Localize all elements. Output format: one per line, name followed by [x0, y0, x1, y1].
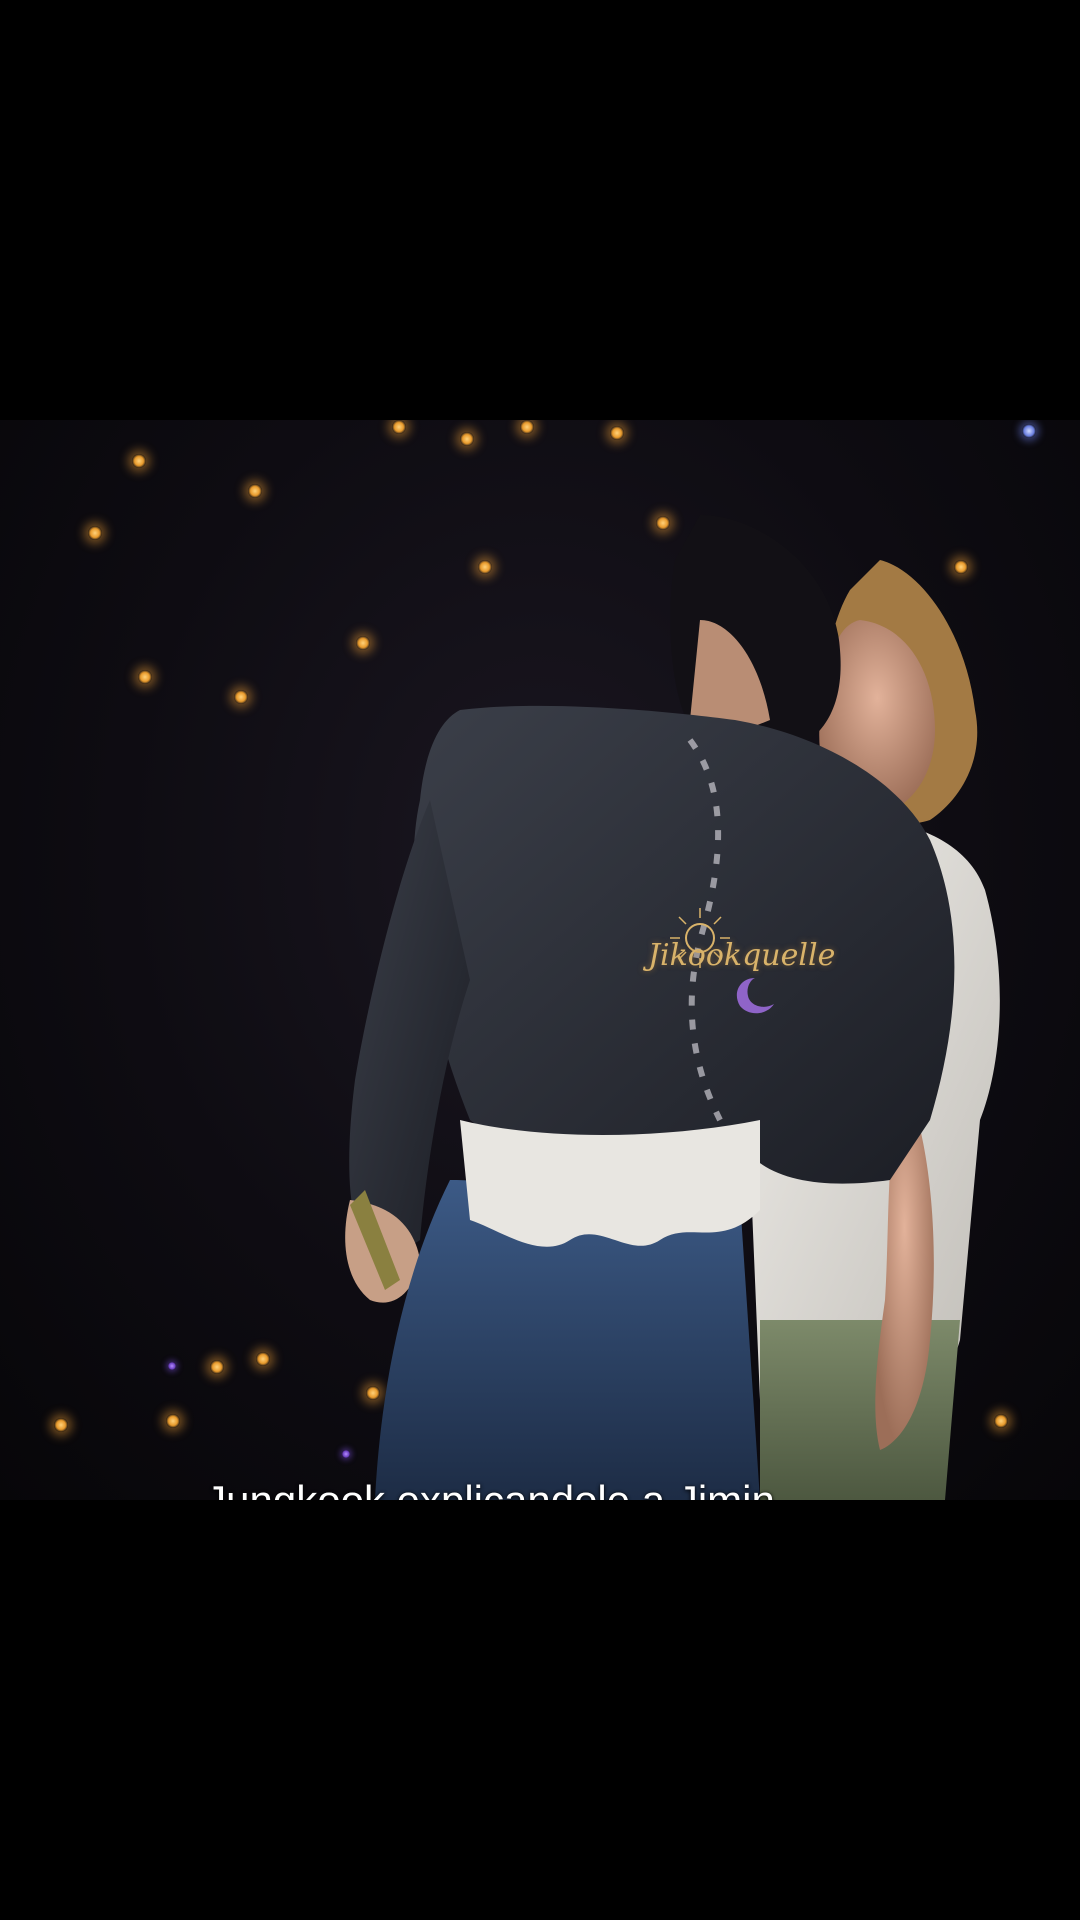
- video-frame[interactable]: Jikookquelle Jungkook explicandole a Jim…: [0, 420, 1080, 1500]
- watermark-text: Jikookquelle: [648, 938, 836, 973]
- watermark-logo: Jikookquelle: [640, 898, 835, 1018]
- performers-illustration: [345, 515, 1000, 1500]
- video-screen[interactable]: Jikookquelle Jungkook explicandole a Jim…: [0, 0, 1080, 1920]
- video-caption: Jungkook explicandole a Jimin como es qu…: [190, 1470, 790, 1500]
